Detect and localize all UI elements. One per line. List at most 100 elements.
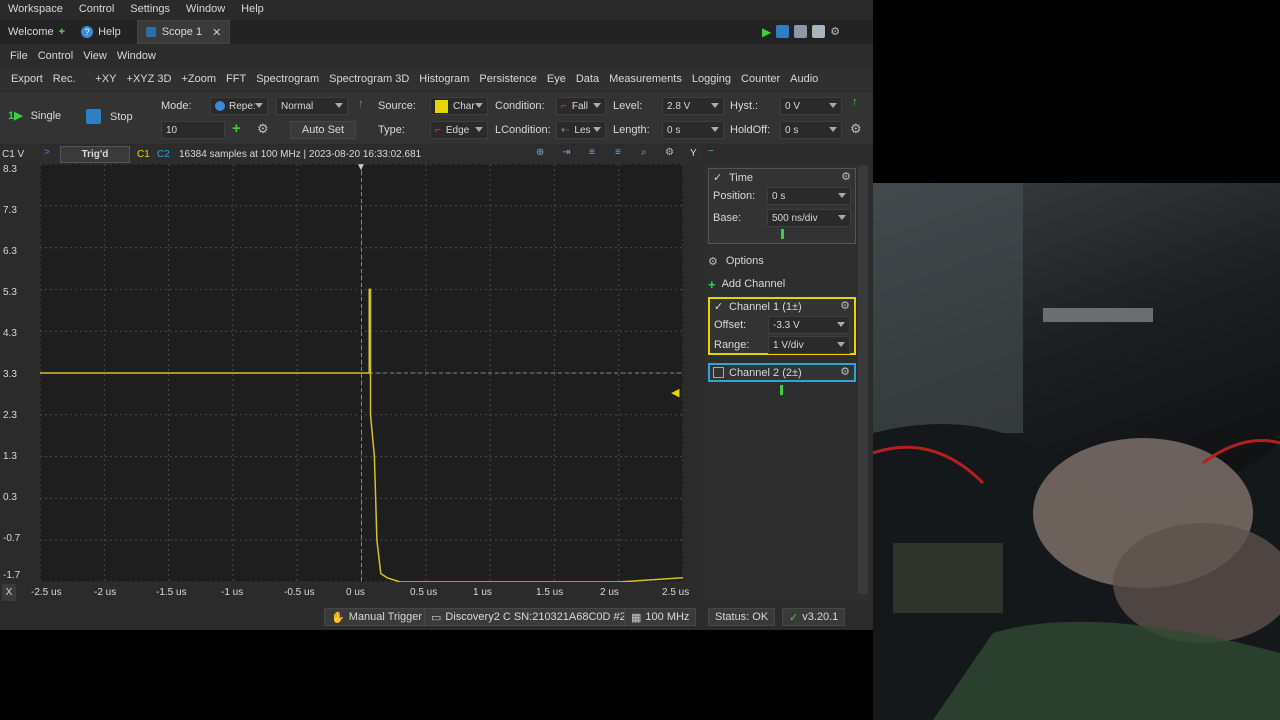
auto-set-button[interactable]: Auto Set [290, 121, 356, 139]
device-button[interactable]: ▭ Discovery2 C SN:210321A68C0D #2 [424, 608, 633, 626]
run-icon[interactable]: ▶ [762, 25, 771, 39]
count-field[interactable]: 10 [161, 121, 225, 139]
menu-rec[interactable]: Rec. [48, 73, 81, 85]
play-icon[interactable]: > [44, 147, 50, 158]
offset-field[interactable]: -3.3 V [768, 316, 850, 334]
gear-icon[interactable]: ⚙ [850, 121, 862, 137]
list-icon[interactable]: ≡ [615, 147, 621, 158]
version-indicator[interactable]: ✓ v3.20.1 [782, 608, 846, 626]
tab-scope-1[interactable]: Scope 1 ✕ [136, 20, 231, 44]
mode-type-select[interactable]: Normal [276, 97, 348, 115]
windows-icon[interactable] [794, 25, 808, 38]
channel-offset-handle[interactable] [780, 385, 783, 395]
menu-scope-control[interactable]: Control [33, 50, 78, 62]
menu-zoom[interactable]: +Zoom [176, 73, 221, 85]
add-channel-button[interactable]: + Add Channel [708, 275, 856, 293]
arrow-up-icon[interactable]: ↑ [852, 96, 858, 108]
menu-counter[interactable]: Counter [736, 73, 785, 85]
workspace-tabs: Welcome + ? Help Scope 1 ✕ ▶ ⚙ [0, 20, 873, 44]
menu-export[interactable]: Export [6, 73, 48, 85]
menu-workspace[interactable]: Workspace [0, 3, 71, 15]
menu-fft[interactable]: FFT [221, 73, 251, 85]
menu-window[interactable]: Window [178, 3, 233, 15]
menu-control[interactable]: Control [71, 3, 122, 15]
base-field[interactable]: 500 ns/div [767, 209, 851, 227]
source-select[interactable]: Char [430, 97, 488, 115]
cursor-icon[interactable]: ⇥ [562, 147, 570, 158]
menu-logging[interactable]: Logging [687, 73, 736, 85]
menu-file[interactable]: File [0, 50, 33, 62]
tab-welcome[interactable]: Welcome + [0, 20, 73, 44]
acquisition-info: 16384 samples at 100 MHz | 2023-08-20 16… [179, 149, 422, 160]
range-value: 1 V/div [773, 339, 804, 351]
menu-spectrogram-3d[interactable]: Spectrogram 3D [324, 73, 414, 85]
scope-icon [145, 27, 156, 37]
base-label: Base: [713, 212, 742, 224]
channel-1-panel: ✓ Channel 1 (1±) ⚙ Offset: -3.3 V Range:… [708, 297, 856, 355]
search-icon[interactable]: ⌕ [641, 147, 647, 158]
position-field[interactable]: 0 s [767, 187, 851, 205]
side-panel-scrollbar[interactable] [858, 166, 868, 594]
hysteresis-label: Hyst.: [730, 100, 759, 112]
c1-toggle[interactable]: C1 [137, 149, 150, 160]
menu-scope-window[interactable]: Window [112, 50, 161, 62]
stop-square-icon[interactable] [776, 25, 790, 38]
menu-view[interactable]: View [78, 50, 112, 62]
gear-icon[interactable]: ⚙ [830, 25, 840, 39]
menu-eye[interactable]: Eye [542, 73, 571, 85]
add-icon[interactable]: + [232, 120, 241, 137]
single-button[interactable]: 1▶ Single [8, 109, 61, 123]
trigger-level-marker[interactable]: ◀ [671, 386, 679, 399]
type-select[interactable]: ⌐ Edge [430, 121, 488, 139]
level-field[interactable]: 2.8 V [662, 97, 724, 115]
menu-persistence[interactable]: Persistence [474, 73, 541, 85]
menu-spectrogram[interactable]: Spectrogram [251, 73, 324, 85]
check-icon[interactable]: ✓ [714, 300, 723, 313]
menu-help[interactable]: Help [233, 3, 272, 15]
close-icon[interactable]: ✕ [212, 26, 221, 39]
x-axis-close[interactable]: X [2, 584, 16, 601]
menu-histogram[interactable]: Histogram [414, 73, 474, 85]
grid-icon[interactable]: ≡ [589, 147, 595, 158]
gear-icon[interactable]: ⚙ [840, 365, 850, 378]
gear-icon[interactable]: ⚙ [841, 170, 851, 183]
scope-plot-area[interactable] [39, 163, 684, 583]
menu-xy[interactable]: +XY [90, 73, 121, 85]
y-toggle[interactable]: Y [690, 148, 697, 159]
hysteresis-field[interactable]: 0 V [780, 97, 842, 115]
stop-button[interactable]: Stop [86, 109, 133, 124]
range-field[interactable]: 1 V/div [768, 336, 850, 354]
mode-select[interactable]: Repe: [210, 97, 268, 115]
list-icon[interactable] [812, 25, 826, 38]
check-icon[interactable]: ✓ [713, 171, 722, 184]
time-position-handle[interactable] [781, 229, 784, 239]
condition-select[interactable]: ⌐ Fall [556, 97, 606, 115]
options-header[interactable]: ⚙ Options [708, 252, 856, 270]
plus-icon[interactable]: + [59, 26, 65, 38]
trigger-position-marker[interactable]: ▼ [356, 162, 366, 173]
minus-icon[interactable]: − [708, 146, 714, 157]
c2-toggle[interactable]: C2 [157, 149, 170, 160]
tab-help[interactable]: ? Help [73, 20, 129, 44]
lcondition-select[interactable]: ⇠ Les [556, 121, 606, 139]
time-panel: ✓ Time ⚙ Position: 0 s Base: 500 ns/div [708, 168, 856, 244]
device-label: Discovery2 C SN:210321A68C0D #2 [445, 611, 626, 623]
x-tick: 1 us [473, 587, 492, 598]
menu-settings[interactable]: Settings [122, 3, 178, 15]
check-icon: ✓ [789, 611, 799, 624]
gear-icon[interactable]: ⚙ [665, 147, 674, 158]
menu-measurements[interactable]: Measurements [604, 73, 687, 85]
gear-icon[interactable]: ⚙ [840, 299, 850, 312]
manual-trigger-button[interactable]: ✋ Manual Trigger [324, 608, 430, 626]
channel-unit-label: C1 V [2, 149, 25, 160]
menu-audio[interactable]: Audio [785, 73, 823, 85]
holdoff-field[interactable]: 0 s [780, 121, 842, 139]
menu-xyz3d[interactable]: +XYZ 3D [122, 73, 177, 85]
zoom-in-icon[interactable]: ⊕ [536, 147, 544, 158]
length-field[interactable]: 0 s [662, 121, 724, 139]
sample-rate-button[interactable]: ▦ 100 MHz [624, 608, 697, 626]
menu-data[interactable]: Data [571, 73, 604, 85]
channel-2-checkbox[interactable] [713, 367, 724, 378]
channel-side-panel: ✓ Time ⚙ Position: 0 s Base: 500 ns/div … [703, 164, 870, 600]
gear-icon[interactable]: ⚙ [257, 121, 269, 137]
